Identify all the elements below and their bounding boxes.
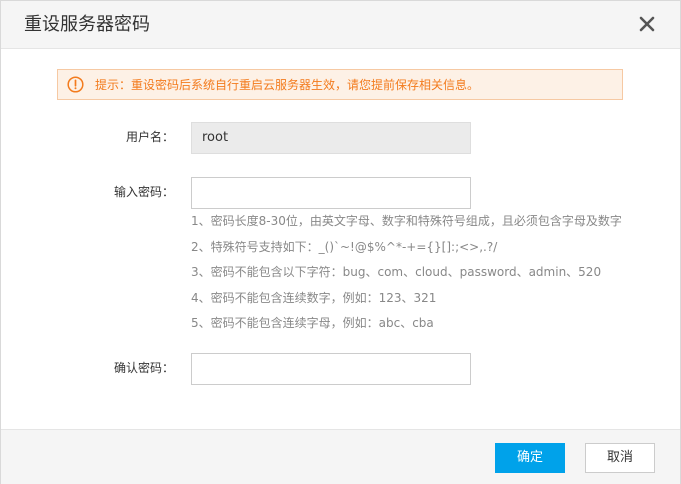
cancel-button[interactable]: 取消 [585,443,655,473]
password-label: 输入密码： [113,185,174,199]
confirm-button[interactable]: 确定 [495,443,565,473]
rule-item: 1、密码长度8-30位，由英文字母、数字和特殊符号组成，且必须包含字母及数字 [191,214,622,228]
warning-circle-icon [67,76,84,93]
password-rules: 1、密码长度8-30位，由英文字母、数字和特殊符号组成，且必须包含字母及数字 2… [191,213,622,341]
username-label: 用户名： [125,130,174,144]
dialog-header: 重设服务器密码 [1,1,680,49]
confirm-password-input[interactable] [191,353,471,385]
rule-item: 5、密码不能包含连续字母，例如：abc、cba [191,316,434,331]
rule-item: 2、特殊符号支持如下：_()`~!@$%^*-+={}[]:;<>,.?/ [191,239,498,254]
password-input[interactable] [191,177,471,209]
rule-item: 4、密码不能包含连续数字，例如：123、321 [191,290,437,305]
rule-item: 3、密码不能包含以下字符：bug、com、cloud、password、admi… [191,265,602,280]
dialog-title: 重设服务器密码 [24,14,150,35]
close-button[interactable] [638,15,656,33]
username-field: root [191,122,471,154]
confirm-password-label: 确认密码： [113,361,174,375]
notice-text: 提示：重设密码后系统自行重启云服务器生效，请您提前保存相关信息。 [95,78,480,92]
close-icon [639,16,655,32]
dialog-footer: 确定 取消 [1,429,680,484]
reset-password-dialog: 重设服务器密码 提示：重设密码后系统自行重启云服务器生效，请您提前保存相关信息。… [0,0,681,484]
notice-banner: 提示：重设密码后系统自行重启云服务器生效，请您提前保存相关信息。 [57,69,623,100]
